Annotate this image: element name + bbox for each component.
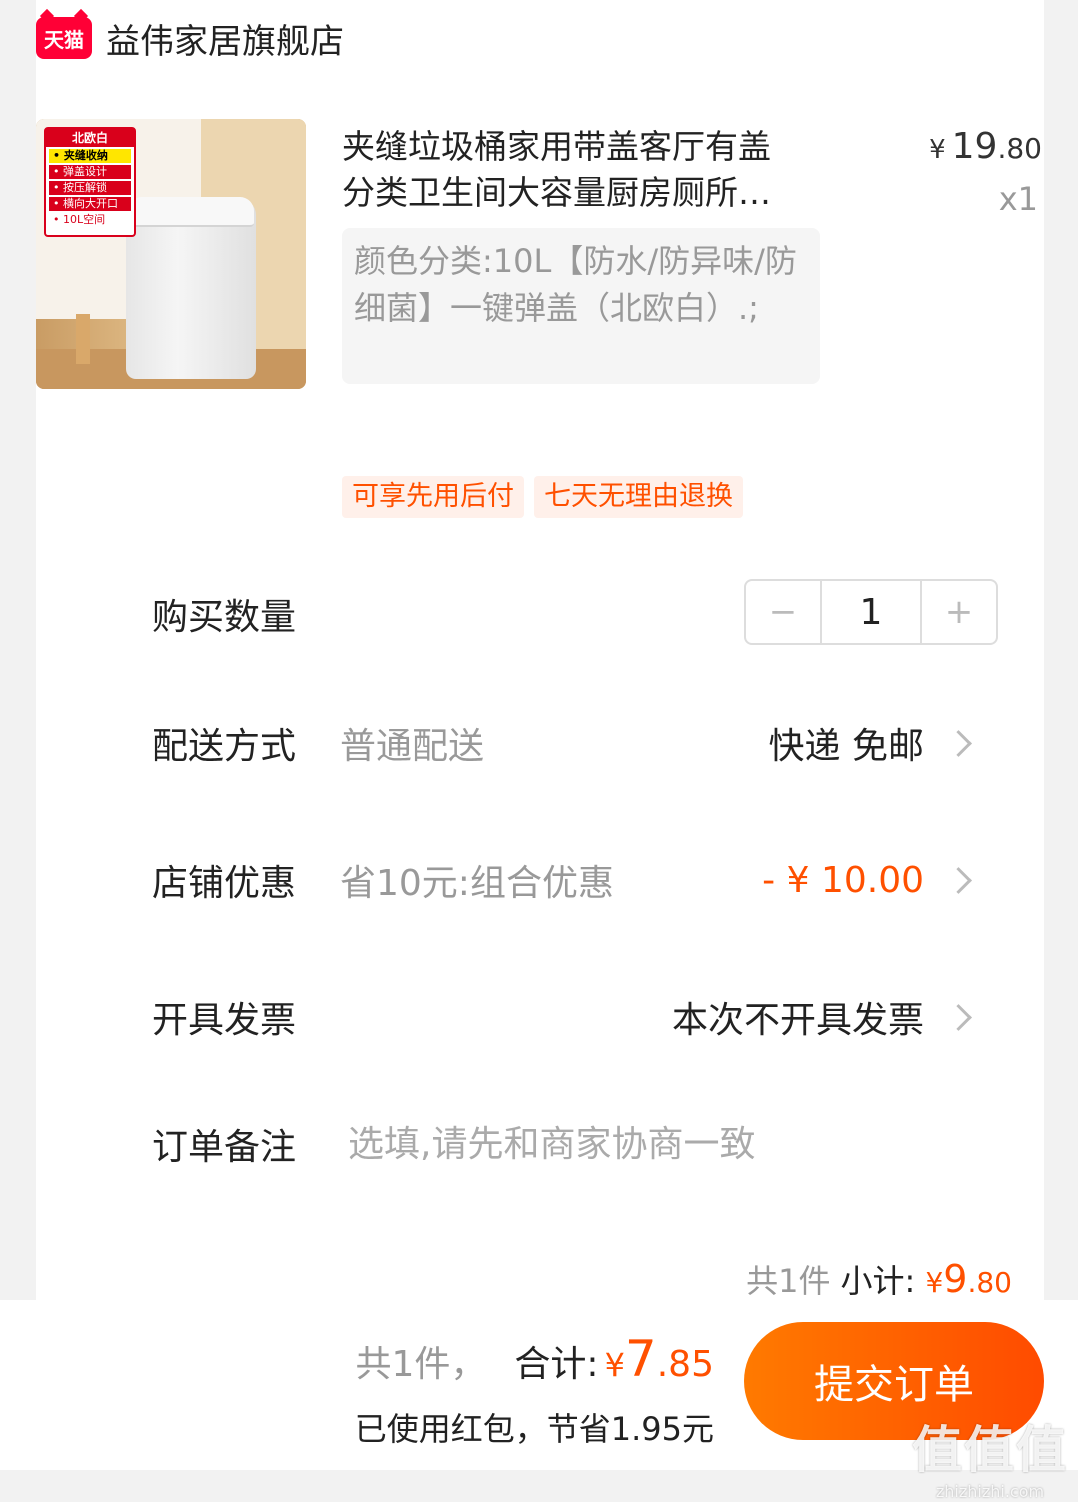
image-tag-title: 北欧白 bbox=[46, 129, 134, 147]
subtotal-decimal: .80 bbox=[967, 1266, 1012, 1299]
price-integer: 19 bbox=[951, 126, 998, 167]
product-image[interactable]: 北欧白 • 夹缝收纳 • 弹盖设计 • 按压解锁 • 横向大开口 • 10L空间 bbox=[36, 119, 306, 389]
chevron-right-icon bbox=[945, 729, 972, 757]
discount-label: 店铺优惠 bbox=[152, 863, 297, 904]
quantity-label: 购买数量 bbox=[152, 597, 297, 638]
delivery-method: 普通配送 bbox=[340, 726, 485, 767]
subtotal: 共1件 小计: ¥9.80 bbox=[746, 1256, 1012, 1302]
decrease-button[interactable]: − bbox=[746, 581, 820, 643]
total-line: 共1件， 合计: ¥7.85 bbox=[356, 1330, 714, 1388]
invoice-row[interactable]: 开具发票 本次不开具发票 bbox=[152, 987, 972, 1047]
total-integer: 7 bbox=[624, 1330, 657, 1388]
tmall-logo-icon: 天猫 bbox=[36, 17, 92, 59]
price-currency: ¥ bbox=[929, 135, 946, 165]
invoice-value: 本次不开具发票 bbox=[671, 1000, 924, 1041]
watermark: 值值值 zhizhizhi.com bbox=[912, 1410, 1068, 1501]
total-label: 合计: bbox=[514, 1344, 599, 1385]
product-title-line: 夹缝垃圾桶家用带盖客厅有盖 bbox=[342, 127, 771, 166]
image-tag-line: • 夹缝收纳 bbox=[49, 149, 131, 163]
subtotal-integer: 9 bbox=[943, 1257, 968, 1301]
chevron-right-icon bbox=[945, 866, 972, 894]
subtotal-count: 共1件 bbox=[746, 1262, 831, 1300]
image-tag-line: • 10L空间 bbox=[49, 213, 131, 227]
delivery-value: 快递 免邮 bbox=[768, 726, 924, 767]
product-title[interactable]: 夹缝垃圾桶家用带盖客厅有盖 分类卫生间大容量厨房厕所… bbox=[342, 124, 822, 216]
discount-value: - ¥ 10.00 bbox=[762, 859, 924, 901]
image-feature-tag: 北欧白 • 夹缝收纳 • 弹盖设计 • 按压解锁 • 横向大开口 • 10L空间 bbox=[44, 127, 136, 237]
subtotal-amount: ¥9.80 bbox=[925, 1257, 1012, 1301]
total-amount: ¥7.85 bbox=[605, 1330, 714, 1388]
product-quantity: x1 bbox=[998, 180, 1038, 218]
quantity-stepper[interactable]: − 1 + bbox=[744, 579, 998, 645]
quantity-value[interactable]: 1 bbox=[820, 581, 922, 643]
note-label: 订单备注 bbox=[152, 1127, 297, 1168]
image-tag-line: • 横向大开口 bbox=[49, 197, 131, 211]
image-cabinet-leg bbox=[76, 314, 90, 364]
discount-desc: 省10元:组合优惠 bbox=[340, 863, 614, 904]
sku-selector[interactable]: 颜色分类:10L【防水/防异味/防细菌】一键弹盖（北欧白）.; bbox=[342, 228, 820, 384]
image-tag-line: • 按压解锁 bbox=[49, 181, 131, 195]
image-trash-bin-lid bbox=[128, 197, 254, 227]
invoice-label: 开具发票 bbox=[152, 1000, 297, 1041]
subtotal-label: 小计: bbox=[840, 1262, 916, 1300]
store-header[interactable]: 天猫 益伟家居旗舰店 bbox=[36, 10, 344, 66]
product-price: ¥19.80 bbox=[929, 126, 1042, 167]
note-row: 订单备注 bbox=[152, 1114, 972, 1174]
delivery-label: 配送方式 bbox=[152, 726, 297, 767]
increase-button[interactable]: + bbox=[922, 581, 996, 643]
product-title-line: 分类卫生间大容量厨房厕所… bbox=[342, 173, 771, 212]
discount-row[interactable]: 店铺优惠 省10元:组合优惠 - ¥ 10.00 bbox=[152, 850, 972, 910]
store-name[interactable]: 益伟家居旗舰店 bbox=[106, 14, 344, 63]
service-tag: 七天无理由退换 bbox=[534, 476, 743, 518]
service-tags: 可享先用后付 七天无理由退换 bbox=[342, 476, 743, 518]
image-tag-line: • 弹盖设计 bbox=[49, 165, 131, 179]
savings-text: 已使用红包，节省1.95元 bbox=[354, 1410, 714, 1448]
order-note-input[interactable] bbox=[348, 1123, 908, 1165]
service-tag: 可享先用后付 bbox=[342, 476, 524, 518]
total-count: 共1件， bbox=[355, 1344, 487, 1385]
watermark-logo: 值值值 bbox=[912, 1421, 1068, 1479]
total-decimal: .85 bbox=[656, 1344, 714, 1385]
subtotal-currency: ¥ bbox=[925, 1266, 944, 1299]
price-decimal: .80 bbox=[997, 132, 1042, 165]
chevron-right-icon bbox=[945, 1003, 972, 1031]
delivery-row[interactable]: 配送方式 普通配送 快递 免邮 bbox=[152, 713, 972, 773]
total-currency: ¥ bbox=[604, 1346, 625, 1384]
watermark-url: zhizhizhi.com bbox=[935, 1482, 1045, 1501]
